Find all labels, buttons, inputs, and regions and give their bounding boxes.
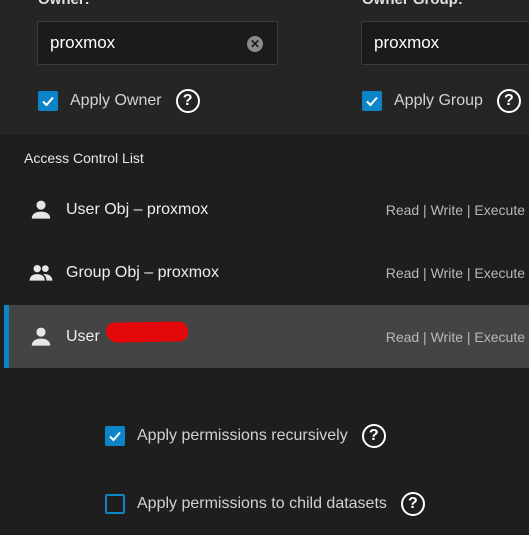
- acl-item-name: Group Obj – proxmox: [66, 263, 219, 281]
- child-datasets-option-row: Apply permissions to child datasets ?: [105, 492, 425, 516]
- redaction-mark: [105, 321, 189, 343]
- check-icon: [109, 431, 121, 442]
- owner-group-label: Owner Group:: [362, 0, 463, 8]
- apply-owner-checkbox[interactable]: [38, 91, 58, 111]
- help-icon[interactable]: ?: [496, 89, 521, 113]
- acl-item-perms: Read | Write | Execute: [385, 264, 525, 281]
- owner-input-value: proxmox: [50, 33, 116, 52]
- acl-item-user[interactable]: User Read | Write | Execute: [4, 305, 529, 368]
- apply-group-row: Apply Group ?: [362, 89, 521, 113]
- recursive-option-row: Apply permissions recursively ?: [105, 424, 386, 448]
- apply-group-label: Apply Group: [394, 92, 483, 109]
- owner-group-input[interactable]: proxmox: [361, 21, 529, 65]
- acl-item-group-obj[interactable]: Group Obj – proxmox Read | Write | Execu…: [4, 241, 529, 304]
- clear-icon[interactable]: ✕: [247, 36, 263, 52]
- recursive-label: Apply permissions recursively: [137, 427, 348, 444]
- owner-label: Owner:: [38, 0, 90, 8]
- check-icon: [42, 96, 54, 107]
- ownership-panel: Owner: proxmox ✕ Apply Owner ? Owner Gro…: [0, 0, 529, 134]
- owner-group-input-value: proxmox: [374, 33, 440, 52]
- acl-item-user-obj[interactable]: User Obj – proxmox Read | Write | Execut…: [4, 178, 529, 241]
- apply-group-checkbox[interactable]: [362, 91, 382, 111]
- apply-owner-label: Apply Owner: [70, 92, 162, 109]
- apply-owner-row: Apply Owner ?: [38, 89, 200, 113]
- owner-input[interactable]: proxmox ✕: [37, 21, 278, 65]
- group-icon: [29, 264, 53, 281]
- help-icon[interactable]: ?: [400, 492, 425, 516]
- acl-item-name: User: [66, 327, 100, 345]
- check-icon: [366, 96, 378, 107]
- help-icon[interactable]: ?: [361, 424, 386, 448]
- acl-item-perms: Read | Write | Execute: [385, 201, 525, 218]
- help-icon[interactable]: ?: [175, 89, 200, 113]
- acl-title: Access Control List: [24, 150, 144, 166]
- child-datasets-label: Apply permissions to child datasets: [137, 495, 387, 512]
- acl-item-name: User Obj – proxmox: [66, 200, 209, 218]
- child-datasets-checkbox[interactable]: [105, 494, 125, 514]
- acl-item-perms: Read | Write | Execute: [385, 328, 525, 345]
- user-icon: [31, 327, 51, 346]
- recursive-checkbox[interactable]: [105, 426, 125, 446]
- user-icon: [31, 200, 51, 219]
